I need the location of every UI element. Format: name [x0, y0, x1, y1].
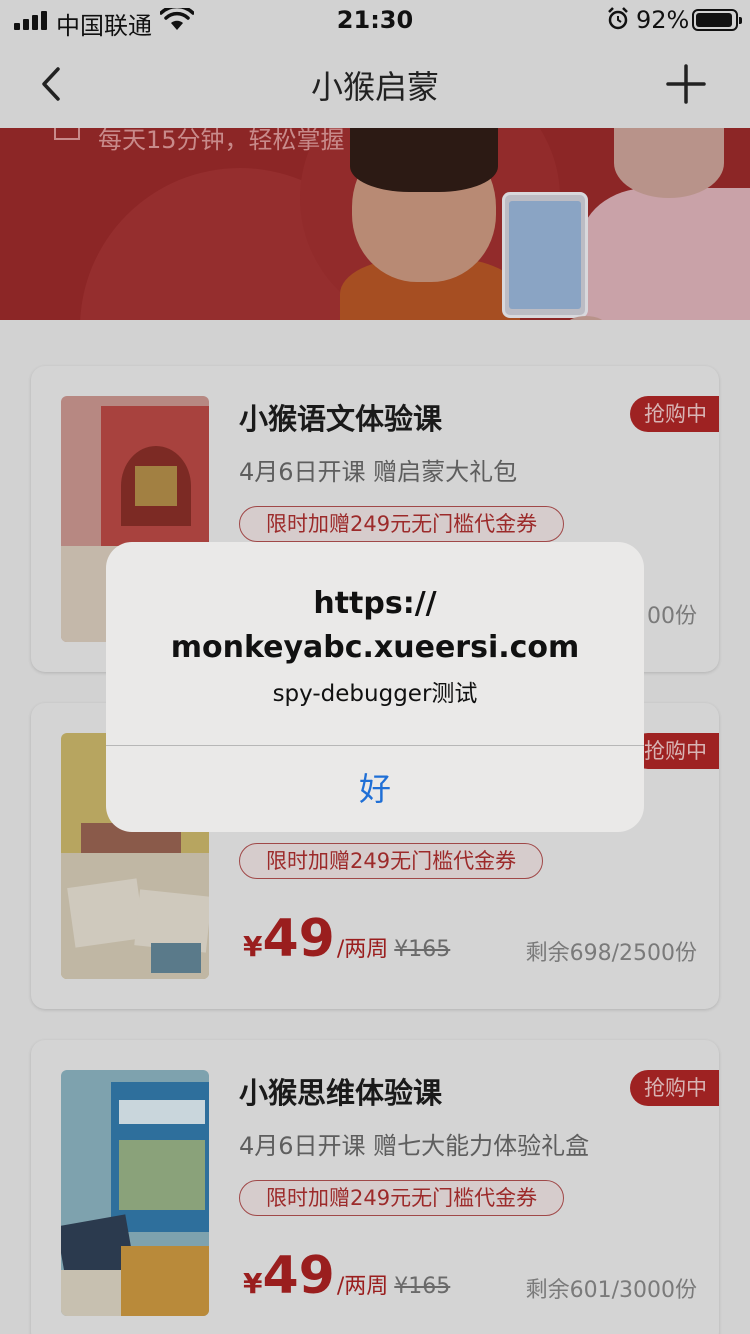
coupon-tag: 限时加赠249无门槛代金券 [239, 843, 544, 879]
currency-symbol: ¥ [243, 1267, 263, 1300]
alarm-icon [608, 7, 628, 30]
course-subtitle: 4月6日开课 赠启蒙大礼包 [239, 458, 518, 486]
promo-banner[interactable]: 每天15分钟，轻松掌握 [0, 128, 750, 320]
alert-message: spy-debugger测试 [272, 681, 478, 707]
status-badge: 抢购中 [630, 396, 719, 432]
alert-title: https:// monkeyabc.xueersi.com [106, 582, 644, 670]
course-cover-image [61, 1070, 209, 1316]
course-title: 小猴思维体验课 [239, 1076, 443, 1110]
course-title: 小猴语文体验课 [239, 402, 443, 436]
battery-icon [692, 9, 742, 31]
course-card[interactable]: 小猴思维体验课 4月6日开课 赠七大能力体验礼盒 抢购中 限时加赠249元无门槛… [31, 1040, 719, 1334]
course-subtitle: 4月6日开课 赠七大能力体验礼盒 [239, 1132, 590, 1160]
alert-dialog: https:// monkeyabc.xueersi.com spy-debug… [106, 542, 644, 832]
price-unit: /两周 [336, 937, 389, 962]
check-icon [54, 128, 80, 140]
coupon-tag: 限时加赠249元无门槛代金券 [239, 1180, 565, 1216]
coupon-tag: 限时加赠249元无门槛代金券 [239, 506, 565, 542]
original-price: ¥165 [394, 1274, 451, 1299]
banner-text: 每天15分钟，轻松掌握 [98, 128, 345, 154]
price-unit: /两周 [336, 1274, 389, 1299]
stock-count: 剩余601/3000份 [525, 1278, 697, 1303]
original-price: ¥165 [394, 937, 451, 962]
currency-symbol: ¥ [243, 930, 263, 963]
status-badge: 抢购中 [630, 1070, 719, 1106]
alert-title-line2: monkeyabc.xueersi.com [170, 630, 580, 665]
status-bar: 中国联通 21:30 92% [0, 0, 750, 40]
page-title: 小猴启蒙 [310, 68, 439, 106]
battery-percent: 92% [636, 6, 690, 34]
plus-icon[interactable] [666, 64, 706, 104]
stock-count: 00份 [647, 604, 697, 629]
stock-count: 剩余698/2500份 [525, 941, 697, 966]
price-label: ¥49/两周 ¥165 [243, 1246, 450, 1306]
banner-woman-illustration [580, 188, 750, 320]
alert-ok-button[interactable]: 好 [106, 746, 644, 832]
tablet-illustration [502, 192, 588, 318]
nav-bar: 小猴启蒙 [0, 40, 750, 128]
price-value: 49 [262, 909, 335, 969]
price-value: 49 [262, 1246, 335, 1306]
price-label: ¥49/两周 ¥165 [243, 909, 450, 969]
alert-title-line1: https:// [313, 586, 437, 621]
